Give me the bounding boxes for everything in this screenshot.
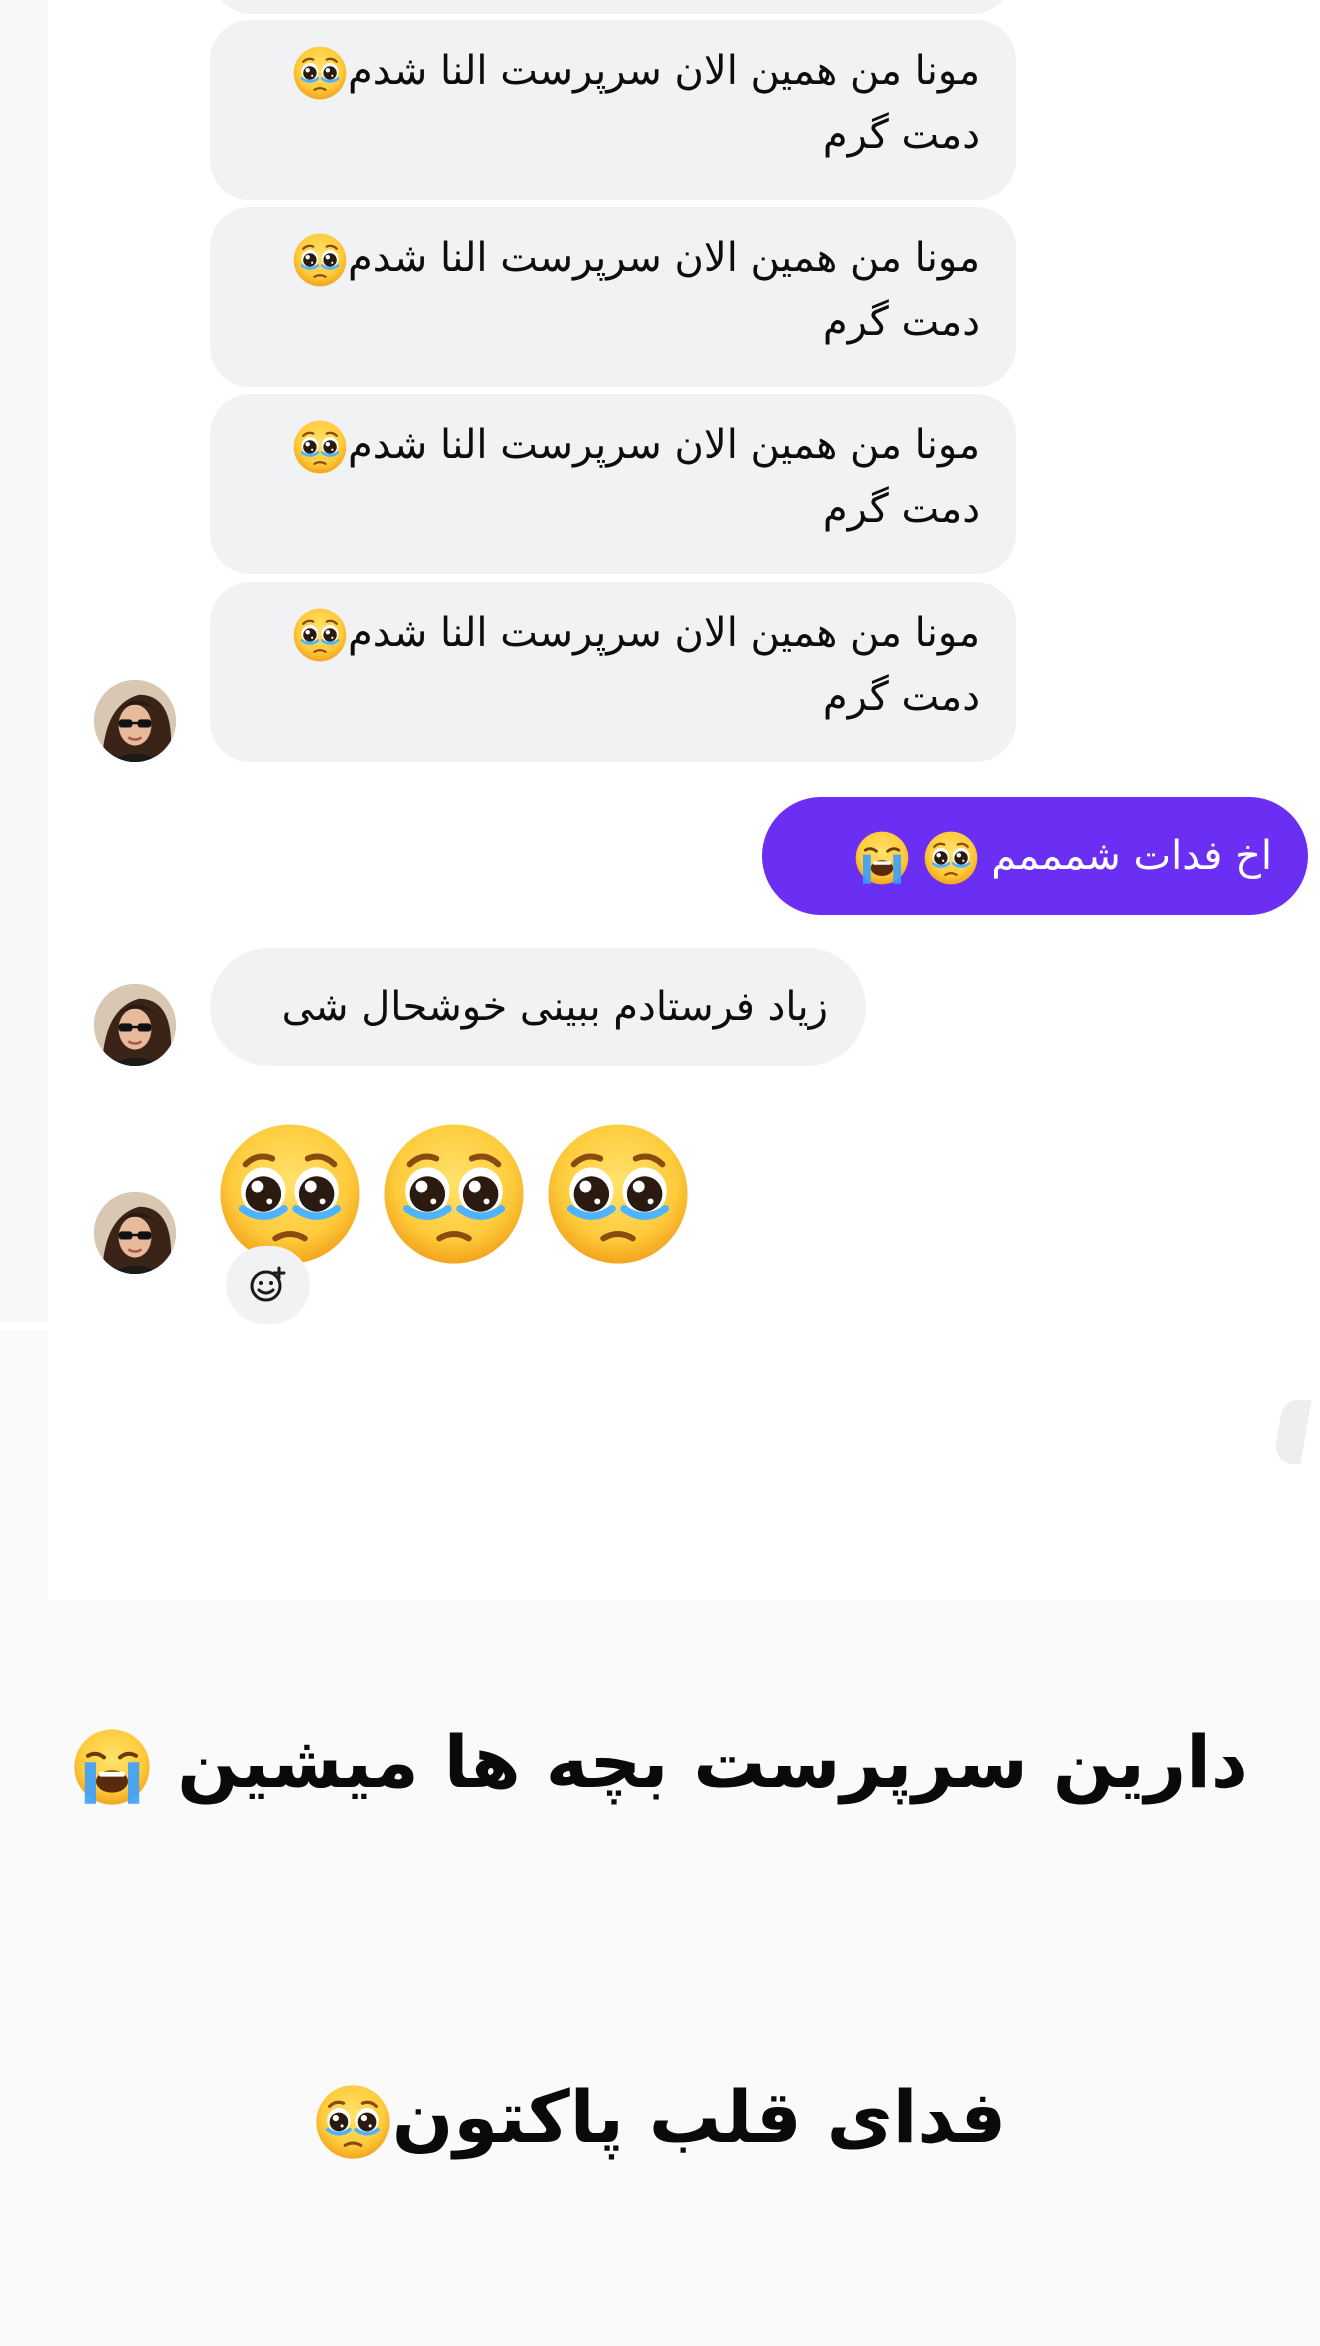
add-reaction-button[interactable] bbox=[226, 1246, 310, 1324]
message-text-line2: دمت گرم bbox=[822, 486, 980, 532]
caption-line-2: فدای قلب پاکتون bbox=[0, 2062, 1320, 2172]
avatar-woman-sunglasses-icon bbox=[94, 984, 176, 1066]
message-text-line2: دمت گرم bbox=[822, 299, 980, 345]
caption-line-1: دارین سرپرست بچه ها میشین bbox=[0, 1712, 1320, 1812]
message-text-line2: دمت گرم bbox=[822, 112, 980, 158]
emoji-only-message[interactable] bbox=[216, 1120, 692, 1268]
message-text-line2: دمت گرم bbox=[822, 674, 980, 720]
message-text: زیاد فرستادم ببینی خوشحال شی bbox=[281, 984, 828, 1030]
incoming-message-bubble[interactable]: مونا من همین الان سرپرست النا شدم دمت گر… bbox=[210, 20, 1016, 200]
chat-left-gutter bbox=[0, 0, 48, 1322]
message-line: مونا من همین الان سرپرست النا شدم bbox=[246, 39, 980, 103]
pleading-face-emoji-icon bbox=[314, 2083, 392, 2161]
message-text: اخ فدات شمممم bbox=[991, 833, 1272, 879]
message-text: مونا من همین الان سرپرست النا شدم bbox=[347, 235, 980, 281]
incoming-message-bubble[interactable]: مونا من همین الان سرپرست النا شدم دمت گر… bbox=[210, 394, 1016, 574]
caption-text: دارین سرپرست بچه ها میشین bbox=[177, 1720, 1248, 1804]
message-text: مونا من همین الان سرپرست النا شدم bbox=[347, 48, 980, 94]
pleading-face-emoji-icon bbox=[380, 1120, 528, 1268]
message-line: مونا من همین الان سرپرست النا شدم bbox=[246, 413, 980, 477]
avatar-woman-sunglasses-icon bbox=[94, 1192, 176, 1274]
previous-message-bubble[interactable] bbox=[210, 0, 1014, 14]
caption-text: فدای قلب پاکتون bbox=[391, 2075, 1007, 2159]
sender-avatar[interactable] bbox=[94, 1192, 176, 1274]
blank-panel bbox=[48, 1330, 1320, 1600]
pleading-face-emoji-icon bbox=[292, 232, 348, 288]
pleading-face-emoji-icon bbox=[292, 419, 348, 475]
add-reaction-icon bbox=[250, 1266, 286, 1302]
message-text: مونا من همین الان سرپرست النا شدم bbox=[347, 422, 980, 468]
incoming-message-bubble[interactable]: مونا من همین الان سرپرست النا شدم دمت گر… bbox=[210, 582, 1016, 762]
message-line: مونا من همین الان سرپرست النا شدم bbox=[246, 226, 980, 290]
pleading-face-emoji-icon bbox=[923, 830, 979, 886]
sender-avatar[interactable] bbox=[94, 984, 176, 1066]
message-text: مونا من همین الان سرپرست النا شدم bbox=[347, 610, 980, 656]
avatar-woman-sunglasses-icon bbox=[94, 680, 176, 762]
sender-avatar[interactable] bbox=[94, 680, 176, 762]
pleading-face-emoji-icon bbox=[544, 1120, 692, 1268]
incoming-message-bubble[interactable]: مونا من همین الان سرپرست النا شدم دمت گر… bbox=[210, 207, 1016, 387]
pleading-face-emoji-icon bbox=[292, 45, 348, 101]
outgoing-message-bubble[interactable]: اخ فدات شمممم bbox=[762, 797, 1308, 915]
chat-area: مونا من همین الان سرپرست النا شدم دمت گر… bbox=[0, 0, 1320, 1330]
message-line: مونا من همین الان سرپرست النا شدم bbox=[246, 601, 980, 665]
incoming-message-bubble[interactable]: زیاد فرستادم ببینی خوشحال شی bbox=[210, 948, 866, 1066]
loudly-crying-face-emoji-icon bbox=[854, 830, 910, 886]
pleading-face-emoji-icon bbox=[292, 607, 348, 663]
loudly-crying-face-emoji-icon bbox=[72, 1727, 152, 1807]
pleading-face-emoji-icon bbox=[216, 1120, 364, 1268]
